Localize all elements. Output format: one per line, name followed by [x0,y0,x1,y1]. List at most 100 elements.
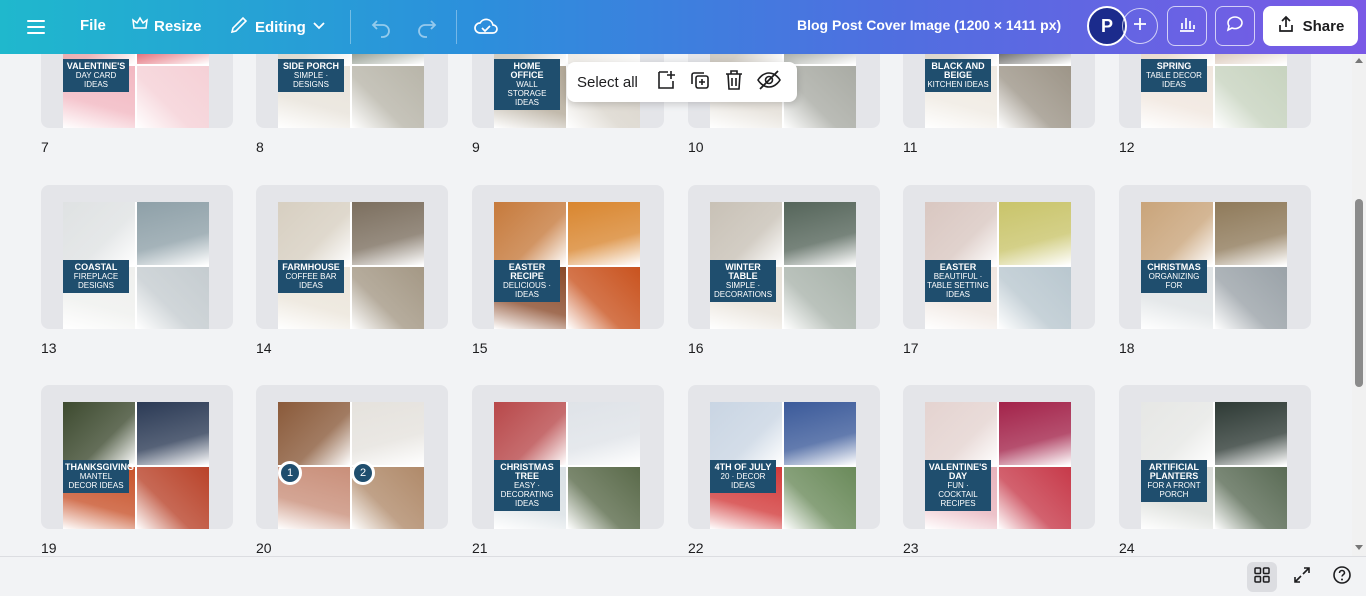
photo-tile [1215,466,1287,529]
page-number: 20 [256,540,272,556]
title-overlay-bold: Christmas [1147,262,1201,272]
title-overlay: Valentine's Day Fun · Cocktail Recipes [925,460,991,511]
redo-icon[interactable] [415,15,439,44]
photo-tile [710,402,782,465]
photo-tile [784,402,856,465]
page-number: 11 [903,139,918,155]
page-collage: Christmas Tree Easy · Decorating Ideas [494,402,640,529]
expand-icon [1293,566,1311,589]
file-button[interactable]: File [80,17,106,34]
add-collaborator-button[interactable] [1122,8,1158,44]
photo-tile [494,202,566,265]
share-button[interactable]: Share [1263,6,1358,46]
page-thumbnail[interactable]: Coastal Fireplace Designs [41,185,233,329]
page-thumbnail[interactable]: Spring Table Decor Ideas [1119,54,1311,128]
undo-icon[interactable] [369,15,393,44]
photo-tile [278,202,350,265]
page-thumbnail[interactable]: Easter Beautiful · Table Setting Ideas [903,185,1095,329]
title-overlay-bold: Winter Table [725,262,761,281]
page-collage: Side Porch Simple · Designs [278,54,424,128]
photo-tile [352,65,424,128]
photo-tile [1215,202,1287,265]
photo-tile [784,266,856,329]
add-page-icon[interactable] [654,68,678,97]
scroll-down-arrow-icon[interactable] [1355,545,1363,550]
title-overlay: Christmas Tree Easy · Decorating Ideas [494,460,560,511]
photo-tile [568,402,640,465]
comments-button[interactable] [1215,6,1255,46]
help-button[interactable] [1327,562,1357,592]
photo-tile [352,54,424,64]
bar-chart-icon [1177,14,1197,39]
scroll-up-arrow-icon[interactable] [1355,58,1363,63]
avatar[interactable]: P [1087,6,1127,46]
page-collage: Spring Table Decor Ideas [1141,54,1287,128]
title-overlay-bold: Home Office [510,61,544,80]
cloud-saved-icon[interactable] [473,14,499,43]
page-thumbnail[interactable]: Side Porch Simple · Designs [256,54,448,128]
page-thumbnail[interactable]: Winter Table Simple · Decorations [688,185,880,329]
photo-tile [999,402,1071,465]
document-title[interactable]: Blog Post Cover Image (1200 × 1411 px) [797,17,1061,33]
photo-tile [63,402,135,465]
page-collage: Winter Table Simple · Decorations [710,202,856,329]
title-overlay: Spring Table Decor Ideas [1141,59,1207,92]
page-thumbnail[interactable]: 4th of July 20 · Decor Ideas [688,385,880,529]
page-collage: 4th of July 20 · Decor Ideas [710,402,856,529]
help-icon [1332,565,1352,590]
title-overlay-text: Simple · Designs [292,71,329,89]
page-thumbnail[interactable]: Christmas Tree Easy · Decorating Ideas [472,385,664,529]
page-thumbnail[interactable]: Valentine's Day Card Ideas [41,54,233,128]
photo-tile [925,202,997,265]
resize-button[interactable]: Resize [132,16,202,36]
photo-tile [137,65,209,128]
title-overlay-bold: Artificial Planters [1149,462,1199,481]
photo-tile [568,466,640,529]
page-thumbnail[interactable]: Thanksgiving Mantel Decor Ideas [41,385,233,529]
page-thumbnail[interactable]: 12 [256,385,448,529]
page-thumbnail[interactable]: Christmas Organizing for [1119,185,1311,329]
page-collage: Easter Recipe Delicious · Ideas [494,202,640,329]
title-overlay: Coastal Fireplace Designs [63,260,129,293]
plus-icon [1132,16,1148,37]
grid-view-button[interactable] [1247,562,1277,592]
page-number: 14 [256,340,272,356]
title-overlay-bold: Black and Beige [931,61,985,80]
duplicate-icon[interactable] [688,68,712,97]
page-thumbnail[interactable]: Artificial Planters For a Front Porch [1119,385,1311,529]
title-overlay-bold: Christmas Tree [500,462,554,481]
page-thumbnail[interactable]: Black and Beige Kitchen Ideas [903,54,1095,128]
title-overlay-bold: Farmhouse [282,262,340,272]
title-overlay-text: Fireplace Designs [73,272,119,290]
title-overlay-bold: Thanksgiving [65,462,135,472]
title-overlay-text: Delicious · Ideas [502,281,551,299]
editing-mode-button[interactable]: Editing [229,15,326,39]
photo-tile [999,54,1071,64]
title-overlay: Home Office Wall Storage Ideas [494,59,560,110]
page-collage: Farmhouse Coffee Bar Ideas [278,202,424,329]
title-overlay: Artificial Planters For a Front Porch [1141,460,1207,502]
photo-tile [137,202,209,265]
photo-tile [925,402,997,465]
page-thumbnail[interactable]: Valentine's Day Fun · Cocktail Recipes [903,385,1095,529]
vertical-scrollbar[interactable] [1352,54,1366,556]
title-overlay: Easter Recipe Delicious · Ideas [494,260,560,302]
select-all-button[interactable]: Select all [577,74,638,91]
title-overlay-text: 20 · Decor Ideas [720,472,766,490]
page-thumbnail[interactable]: Farmhouse Coffee Bar Ideas [256,185,448,329]
page-collage: Easter Beautiful · Table Setting Ideas [925,202,1071,329]
hide-icon[interactable] [756,68,782,97]
page-thumbnail[interactable]: Easter Recipe Delicious · Ideas [472,185,664,329]
fullscreen-button[interactable] [1287,562,1317,592]
trash-icon[interactable] [722,68,746,97]
photo-tile [710,202,782,265]
crown-icon [132,16,148,36]
menu-icon[interactable] [26,17,46,37]
page-number: 17 [903,340,919,356]
comment-icon [1225,14,1245,39]
page-grid: Valentine's Day Card Ideas 7 Side Porch Simp… [0,54,1352,556]
insights-button[interactable] [1167,6,1207,46]
photo-tile [1141,402,1213,465]
title-overlay-bold: 4th of July [714,462,772,472]
scrollbar-thumb[interactable] [1355,199,1363,387]
